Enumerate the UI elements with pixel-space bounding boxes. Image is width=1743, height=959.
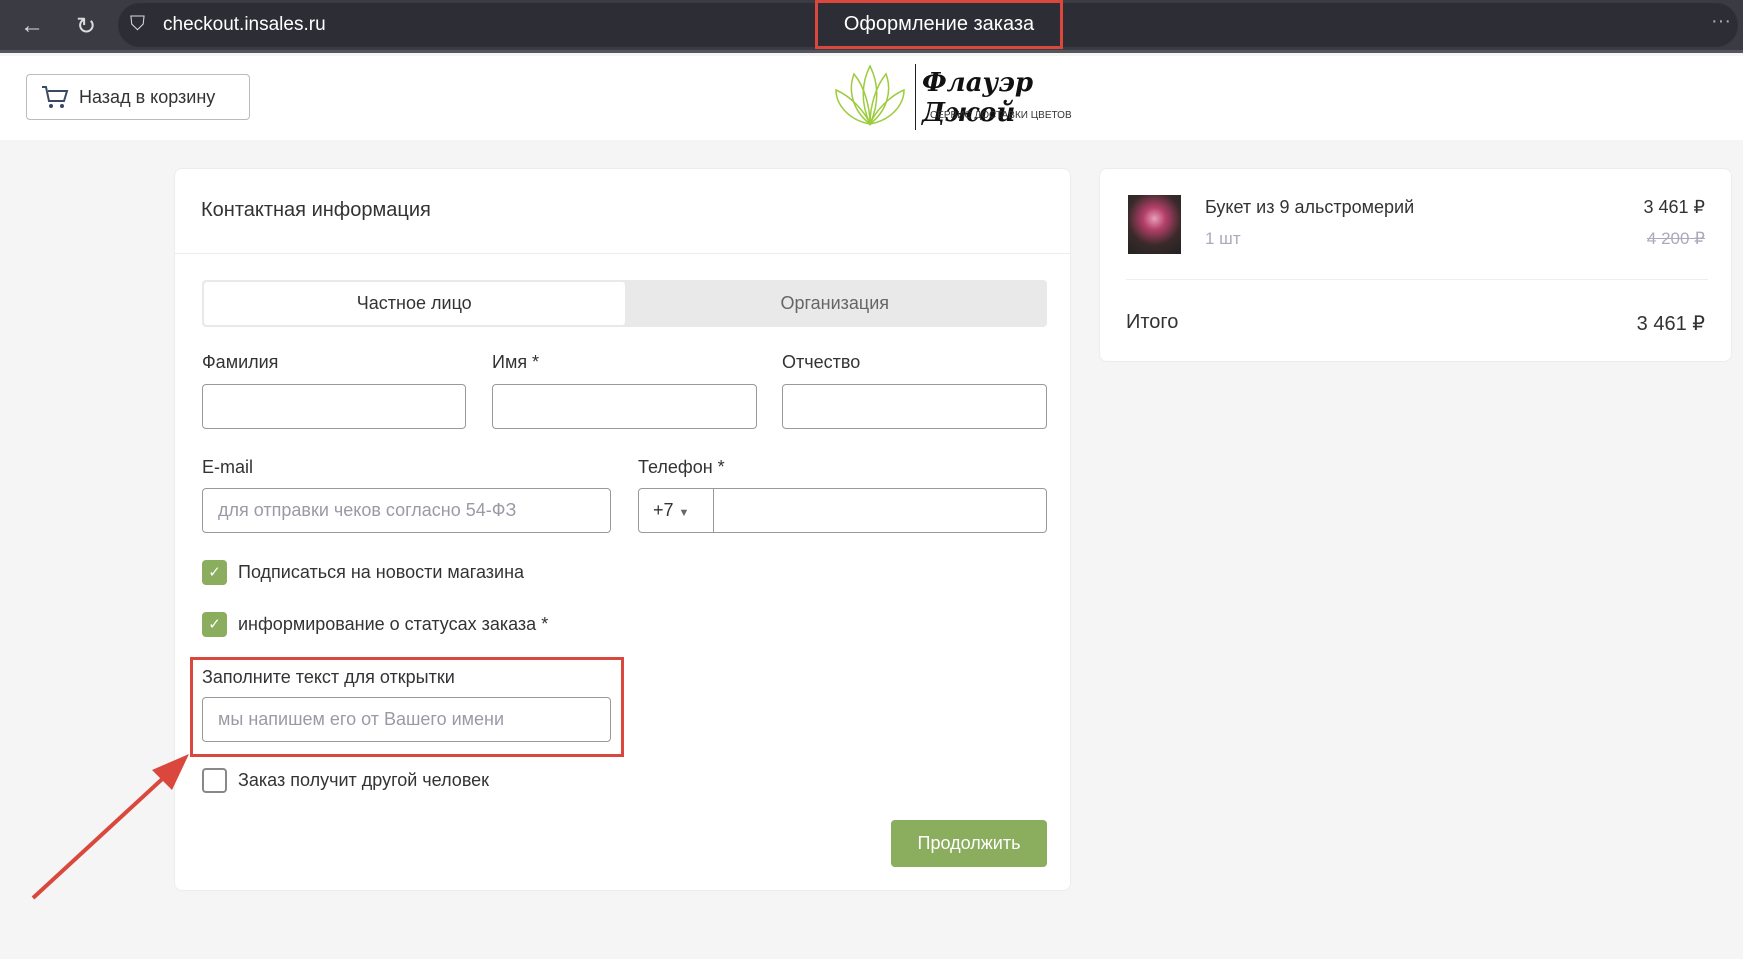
browser-bar: ← ↻ ⛉ checkout.insales.ru Оформление зак…: [0, 0, 1743, 53]
email-input[interactable]: для отправки чеков согласно 54-ФЗ: [202, 488, 611, 533]
chevron-down-icon: ▼: [678, 507, 690, 519]
tab-organization[interactable]: Организация: [625, 282, 1046, 325]
site-header: Назад в корзину Флауэр Джой СЕРВИС ДОСТА…: [0, 56, 1743, 140]
middle-name-input[interactable]: [782, 384, 1047, 429]
product-name: Букет из 9 альстромерий: [1205, 197, 1415, 217]
first-name-input[interactable]: [492, 384, 757, 429]
phone-label: Телефон *: [638, 457, 725, 477]
phone-prefix-select[interactable]: +7 ▼: [639, 489, 714, 532]
more-icon[interactable]: ···: [1711, 10, 1731, 33]
back-to-cart-button[interactable]: Назад в корзину: [26, 74, 250, 120]
last-name-label: Фамилия: [202, 352, 279, 372]
subscribe-checkbox[interactable]: ✓: [202, 560, 227, 585]
continue-button[interactable]: Продолжить: [891, 820, 1047, 867]
check-icon: ✓: [208, 564, 221, 581]
page-title-highlight: Оформление заказа: [815, 0, 1063, 49]
product-qty: 1 шт: [1205, 229, 1241, 248]
total-label: Итого: [1126, 311, 1179, 333]
status-label: информирование о статусах заказа *: [238, 614, 549, 634]
back-label: Назад в корзину: [79, 86, 216, 107]
order-summary-card: Букет из 9 альстромерий 1 шт 3 461 ₽ 4 2…: [1099, 168, 1732, 362]
cart-icon: [42, 86, 69, 108]
other-person-label: Заказ получит другой человек: [238, 770, 490, 790]
product-price: 3 461 ₽: [1643, 197, 1706, 217]
subscribe-label: Подписаться на новости магазина: [238, 562, 525, 582]
customer-type-tabs: Частное лицо Организация: [202, 280, 1047, 327]
first-name-label: Имя *: [492, 352, 540, 372]
middle-name-label: Отчество: [782, 352, 861, 372]
product-image: [1128, 195, 1181, 254]
phone-prefix: +7: [653, 500, 674, 520]
lotus-icon: [835, 64, 905, 126]
logo[interactable]: Флауэр Джой СЕРВИС ДОСТАВКИ ЦВЕТОВ: [830, 62, 1090, 132]
check-icon: ✓: [208, 616, 221, 633]
url-text[interactable]: checkout.insales.ru: [163, 14, 326, 36]
email-label: E-mail: [202, 457, 254, 477]
back-arrow-icon[interactable]: ←: [20, 12, 44, 40]
product-old-price: 4 200 ₽: [1646, 229, 1705, 248]
tab-individual[interactable]: Частное лицо: [204, 282, 625, 325]
card-text-input[interactable]: мы напишем его от Вашего имени: [202, 697, 611, 742]
last-name-input[interactable]: [202, 384, 466, 429]
other-person-checkbox[interactable]: [202, 768, 227, 793]
logo-subtitle: СЕРВИС ДОСТАВКИ ЦВЕТОВ: [930, 110, 1072, 121]
shield-icon: ⛉: [130, 13, 145, 35]
total-value: 3 461 ₽: [1636, 313, 1705, 335]
status-checkbox[interactable]: ✓: [202, 612, 227, 637]
card-text-label: Заполните текст для открытки: [202, 667, 455, 687]
contact-title: Контактная информация: [201, 199, 431, 221]
contact-form-card: Контактная информация Частное лицо Орган…: [174, 168, 1071, 891]
phone-input[interactable]: +7 ▼: [638, 488, 1047, 533]
reload-icon[interactable]: ↻: [76, 12, 96, 41]
